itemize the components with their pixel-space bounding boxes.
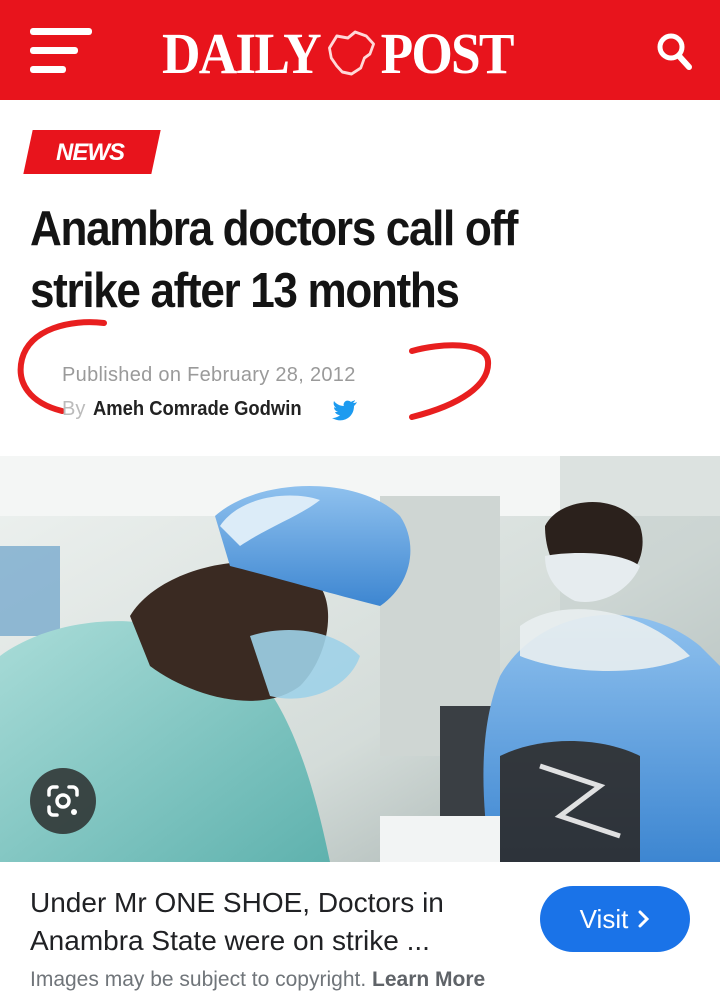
lens-button[interactable]	[30, 768, 96, 834]
logo-text-right: POST	[380, 20, 515, 86]
menu-icon[interactable]	[30, 28, 92, 74]
twitter-icon[interactable]	[332, 399, 358, 421]
site-header: DAILY POST	[0, 0, 720, 100]
lens-icon	[47, 785, 79, 817]
visit-label: Visit	[579, 903, 629, 934]
category-badge[interactable]: NEWS	[56, 139, 125, 167]
byline: By Ameh Comrade Godwin	[62, 398, 358, 421]
article-photo[interactable]	[0, 456, 720, 862]
search-icon[interactable]	[656, 32, 692, 70]
published-date: Published on February 28, 2012	[62, 364, 356, 386]
result-caption[interactable]: Under Mr ONE SHOE, Doctors in Anambra St…	[30, 884, 510, 960]
nigeria-map-icon	[327, 30, 375, 76]
visit-button[interactable]: Visit	[540, 886, 690, 952]
copyright-notice: Images may be subject to copyright. Lear…	[30, 968, 485, 992]
article-headline: Anambra doctors call off strike after 13…	[30, 202, 518, 318]
byline-prefix: By	[62, 398, 86, 420]
logo-text-left: DAILY	[162, 20, 322, 86]
chevron-right-icon	[638, 910, 650, 928]
site-logo[interactable]: DAILY POST	[162, 20, 515, 86]
surgeons-photo-illustration	[0, 456, 720, 862]
copyright-text: Images may be subject to copyright.	[30, 968, 367, 991]
author-name[interactable]: Ameh Comrade Godwin	[93, 398, 302, 421]
learn-more-link[interactable]: Learn More	[372, 968, 485, 991]
